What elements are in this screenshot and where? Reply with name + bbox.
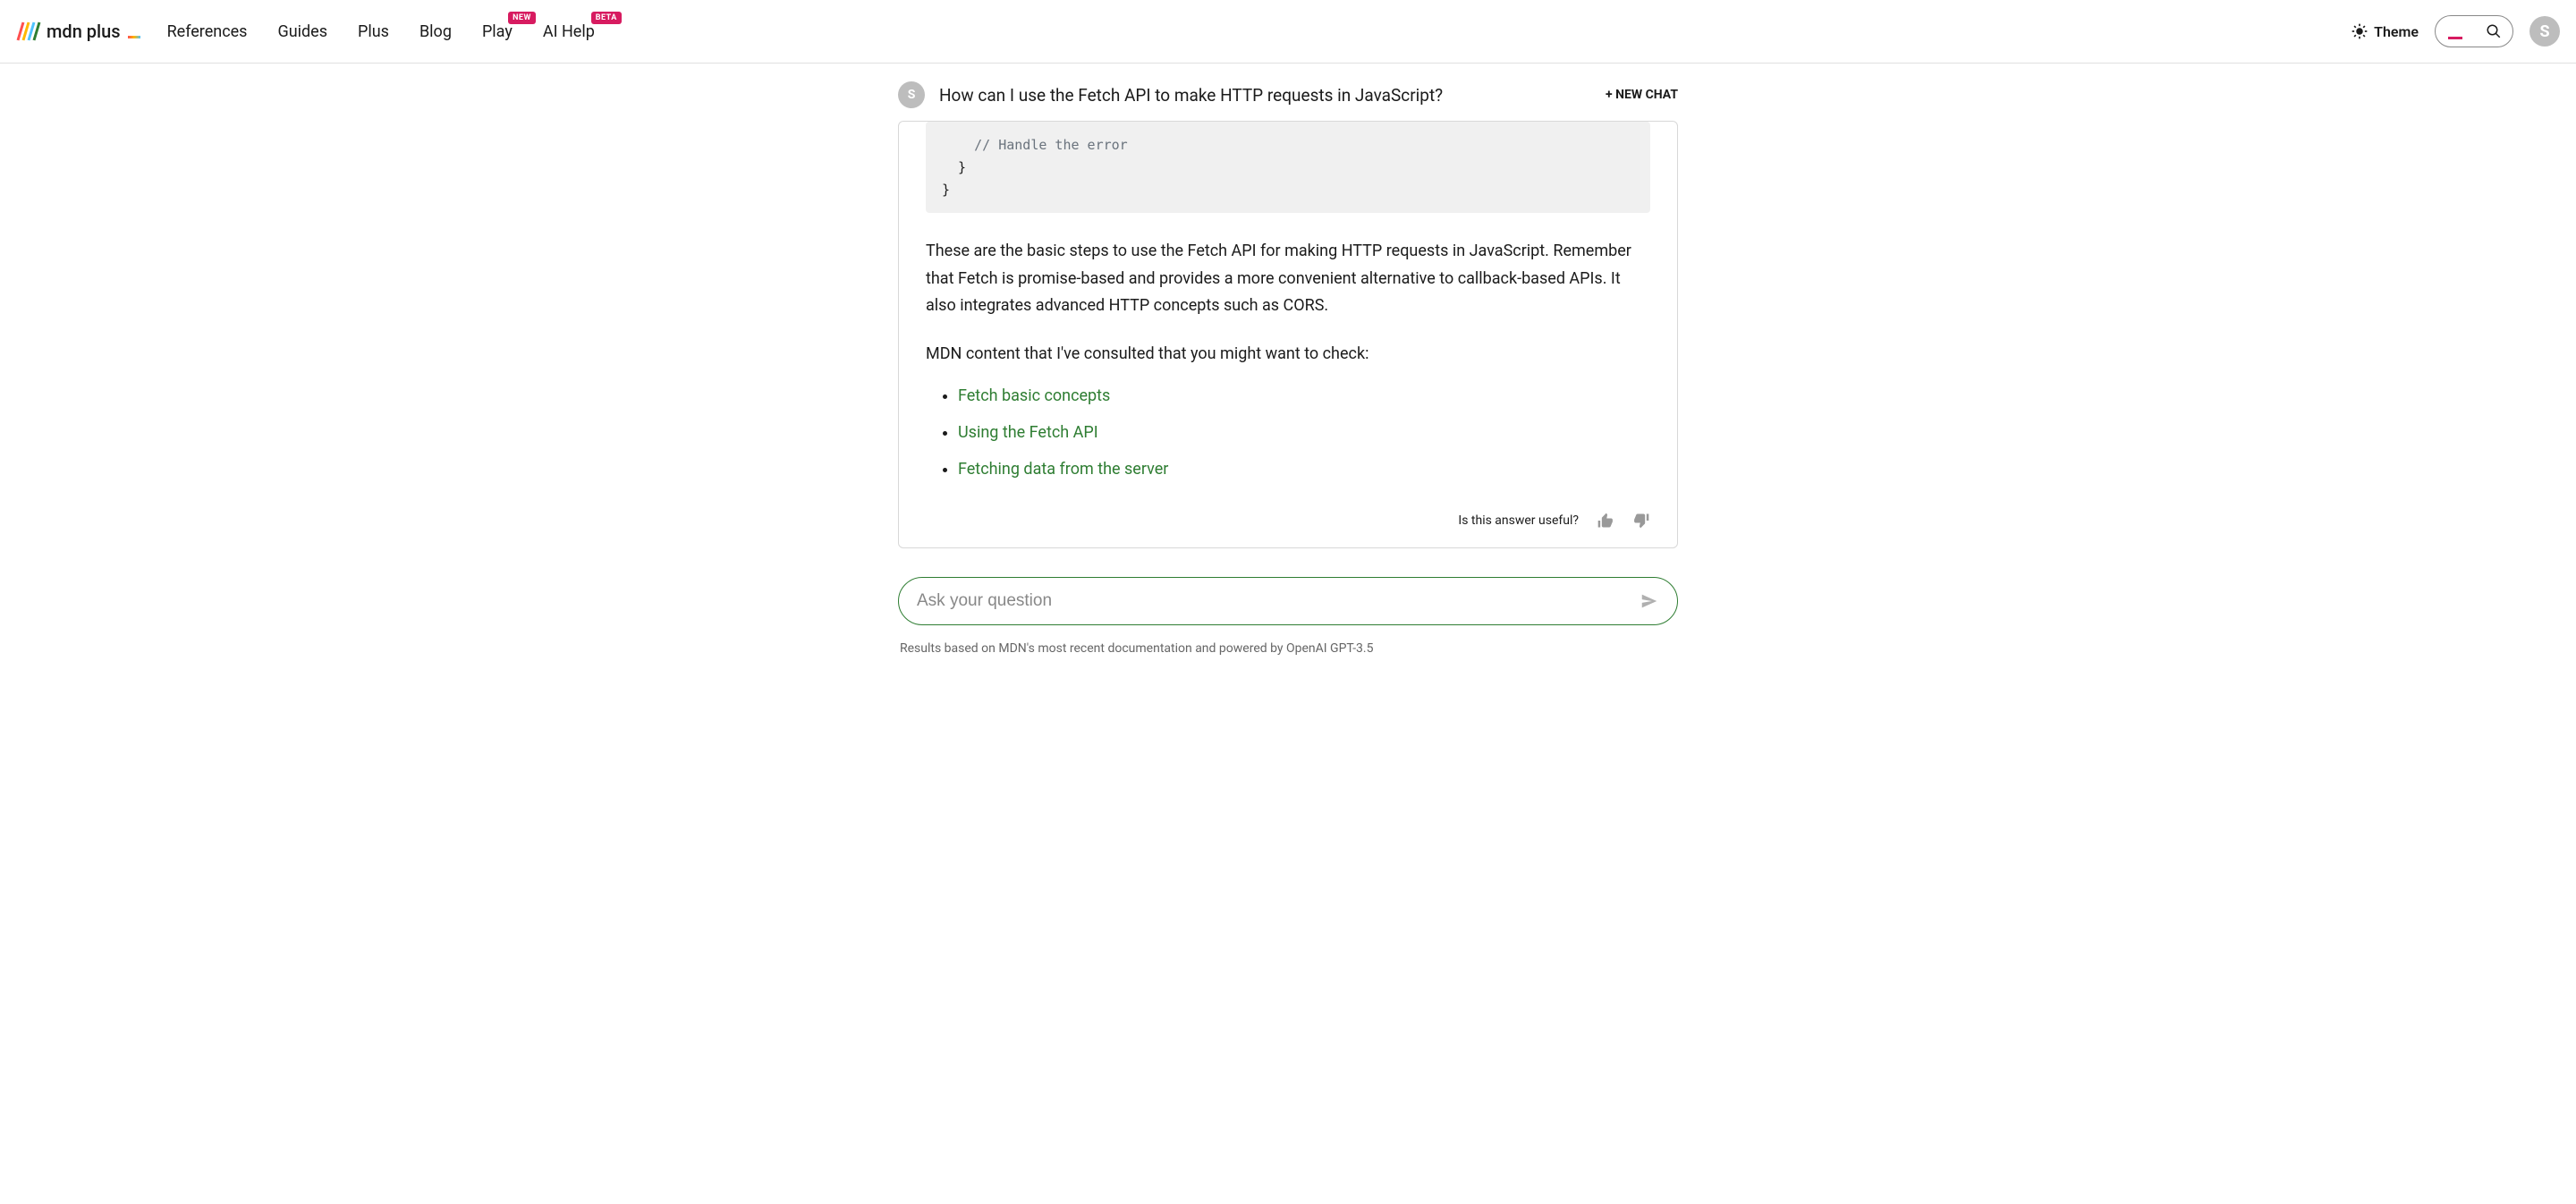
link-fetch-concepts[interactable]: Fetch basic concepts xyxy=(958,386,1110,405)
header-right: Theme S xyxy=(2351,15,2560,47)
code-comment: // Handle the error xyxy=(942,137,1128,153)
nav-play[interactable]: Play NEW xyxy=(482,22,513,41)
question-input-row xyxy=(898,577,1678,625)
feedback-label: Is this answer useful? xyxy=(1458,513,1579,528)
nav-blog[interactable]: Blog xyxy=(419,22,452,41)
code-line: } xyxy=(942,182,950,198)
new-chat-button[interactable]: + NEW CHAT xyxy=(1606,88,1678,102)
chat-header: S How can I use the Fetch API to make HT… xyxy=(898,64,1678,121)
thumbs-up-icon[interactable] xyxy=(1597,512,1614,530)
consulted-intro: MDN content that I've consulted that you… xyxy=(926,342,1650,368)
nav-plus[interactable]: Plus xyxy=(358,22,389,41)
theme-toggle[interactable]: Theme xyxy=(2351,22,2419,40)
logo-text: mdn plus xyxy=(47,21,121,42)
send-icon[interactable] xyxy=(1640,591,1659,611)
site-header: mdn plus References Guides Plus Blog Pla… xyxy=(0,0,2576,64)
disclaimer: Results based on MDN's most recent docum… xyxy=(898,641,1678,656)
question-avatar: S xyxy=(898,81,925,108)
search-underline xyxy=(2448,37,2462,39)
code-line: } xyxy=(942,159,966,175)
mdn-logo-icon xyxy=(16,19,41,44)
answer-paragraph: These are the basic steps to use the Fet… xyxy=(926,238,1650,320)
logo[interactable]: mdn plus xyxy=(16,19,140,44)
user-avatar[interactable]: S xyxy=(2529,16,2560,47)
nav: References Guides Plus Blog Play NEW AI … xyxy=(167,22,2351,41)
thumbs-down-icon[interactable] xyxy=(1632,512,1650,530)
input-wrap: Results based on MDN's most recent docum… xyxy=(898,577,1678,656)
list-item: Fetch basic concepts xyxy=(958,384,1650,408)
question-text: How can I use the Fetch API to make HTTP… xyxy=(939,85,1606,106)
nav-ai-help[interactable]: AI Help BETA xyxy=(543,22,595,41)
beta-badge: BETA xyxy=(591,12,622,24)
nav-play-label: Play xyxy=(482,22,513,41)
search-icon xyxy=(2486,23,2502,39)
link-using-fetch[interactable]: Using the Fetch API xyxy=(958,423,1098,442)
answer-card: // Handle the error } } These are the ba… xyxy=(898,121,1678,548)
nav-references[interactable]: References xyxy=(167,22,248,41)
nav-ai-help-label: AI Help xyxy=(543,22,595,41)
link-list: Fetch basic concepts Using the Fetch API… xyxy=(926,384,1650,481)
list-item: Using the Fetch API xyxy=(958,420,1650,445)
feedback-row: Is this answer useful? xyxy=(899,512,1677,547)
main: S How can I use the Fetch API to make HT… xyxy=(587,64,1989,656)
search-box[interactable] xyxy=(2435,15,2513,47)
list-item: Fetching data from the server xyxy=(958,457,1650,481)
code-block: // Handle the error } } xyxy=(926,122,1650,213)
new-badge: NEW xyxy=(508,12,536,24)
nav-guides[interactable]: Guides xyxy=(277,22,327,41)
logo-underline xyxy=(128,36,140,38)
answer-body: These are the basic steps to use the Fet… xyxy=(899,213,1677,512)
theme-label: Theme xyxy=(2374,23,2419,40)
sun-icon xyxy=(2351,22,2368,40)
question-input[interactable] xyxy=(917,591,1640,611)
link-fetching-data[interactable]: Fetching data from the server xyxy=(958,460,1168,479)
